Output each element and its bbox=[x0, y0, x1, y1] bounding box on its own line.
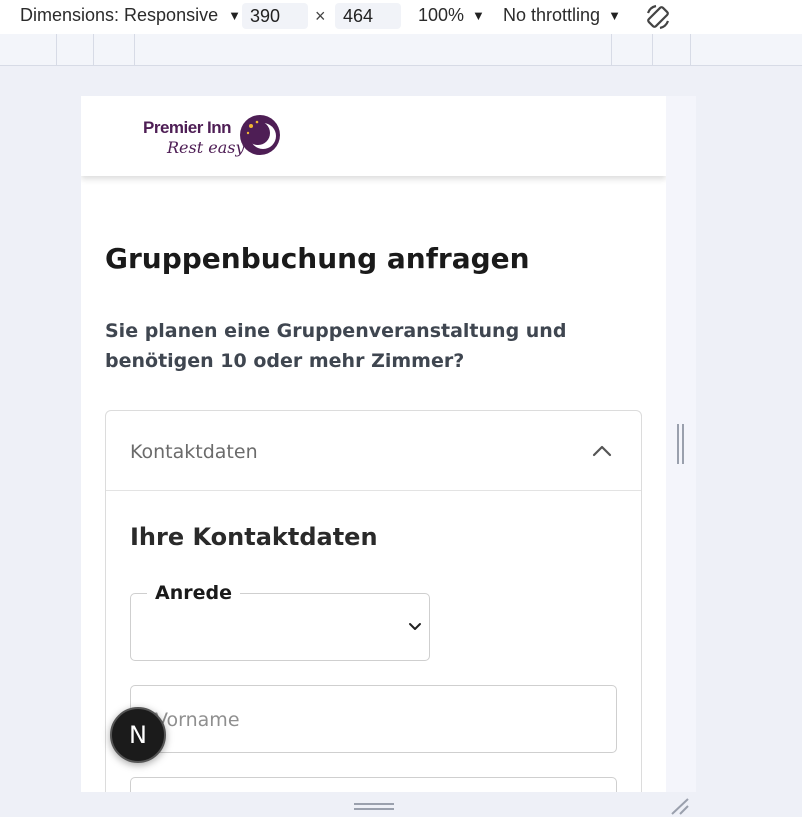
firstname-placeholder: Vorname bbox=[155, 709, 240, 731]
throttling-dropdown[interactable]: No throttling ▼ bbox=[503, 5, 621, 26]
resize-handle-bottom-icon[interactable] bbox=[354, 802, 394, 812]
dimensions-label: Dimensions: Responsive bbox=[20, 5, 219, 25]
width-input[interactable] bbox=[242, 3, 308, 29]
throttling-label: No throttling bbox=[503, 5, 601, 25]
contact-accordion: Kontaktdaten Ihre Kontaktdaten Anrede Vo… bbox=[105, 410, 642, 792]
caret-down-icon: ▼ bbox=[472, 8, 485, 23]
section-title: Ihre Kontaktdaten bbox=[130, 523, 378, 551]
accordion-header[interactable]: Kontaktdaten bbox=[106, 411, 641, 491]
rotate-icon[interactable] bbox=[644, 3, 672, 31]
chevron-up-icon[interactable] bbox=[590, 439, 614, 463]
accordion-title: Kontaktdaten bbox=[130, 441, 258, 463]
ruler-segment[interactable] bbox=[652, 34, 653, 66]
ruler-segment[interactable] bbox=[93, 34, 94, 66]
moon-logo-icon bbox=[240, 115, 280, 155]
caret-down-icon: ▼ bbox=[228, 8, 241, 23]
premier-inn-logo[interactable]: Premier Inn Rest easy bbox=[143, 112, 283, 160]
logo-tagline: Rest easy bbox=[167, 138, 245, 157]
devtools-toolbar: Dimensions: Responsive ▼ × 100% ▼ No thr… bbox=[0, 0, 802, 34]
firstname-input[interactable]: Vorname bbox=[130, 685, 617, 753]
salutation-label: Anrede bbox=[147, 582, 240, 604]
ruler-segment[interactable] bbox=[56, 34, 57, 66]
nextjs-dev-badge[interactable]: N bbox=[110, 707, 166, 763]
ruler-segment[interactable] bbox=[134, 34, 135, 66]
caret-down-icon: ▼ bbox=[608, 8, 621, 23]
dimensions-dropdown[interactable]: Dimensions: Responsive ▼ bbox=[20, 5, 241, 26]
times-symbol: × bbox=[315, 6, 326, 26]
device-viewport: Premier Inn Rest easy Gruppenbuchung anf… bbox=[81, 96, 666, 792]
page-subtitle: Sie planen eine Gruppenveranstaltung und… bbox=[105, 320, 567, 372]
lastname-input[interactable] bbox=[130, 777, 617, 792]
height-input[interactable] bbox=[335, 3, 401, 29]
zoom-label: 100% bbox=[418, 5, 465, 25]
badge-letter: N bbox=[129, 721, 147, 749]
site-header: Premier Inn Rest easy bbox=[81, 96, 666, 176]
resize-handle-right-icon[interactable] bbox=[676, 424, 686, 464]
chevron-down-icon bbox=[409, 623, 421, 630]
zoom-dropdown[interactable]: 100% ▼ bbox=[418, 5, 485, 26]
salutation-select[interactable]: Anrede bbox=[130, 582, 430, 661]
ruler-segment[interactable] bbox=[611, 34, 612, 66]
ruler-segment[interactable] bbox=[690, 34, 691, 66]
page-title: Gruppenbuchung anfragen bbox=[105, 242, 530, 275]
resize-corner-icon[interactable] bbox=[670, 797, 690, 815]
media-query-ruler bbox=[0, 34, 802, 66]
logo-wordmark: Premier Inn bbox=[143, 118, 232, 137]
